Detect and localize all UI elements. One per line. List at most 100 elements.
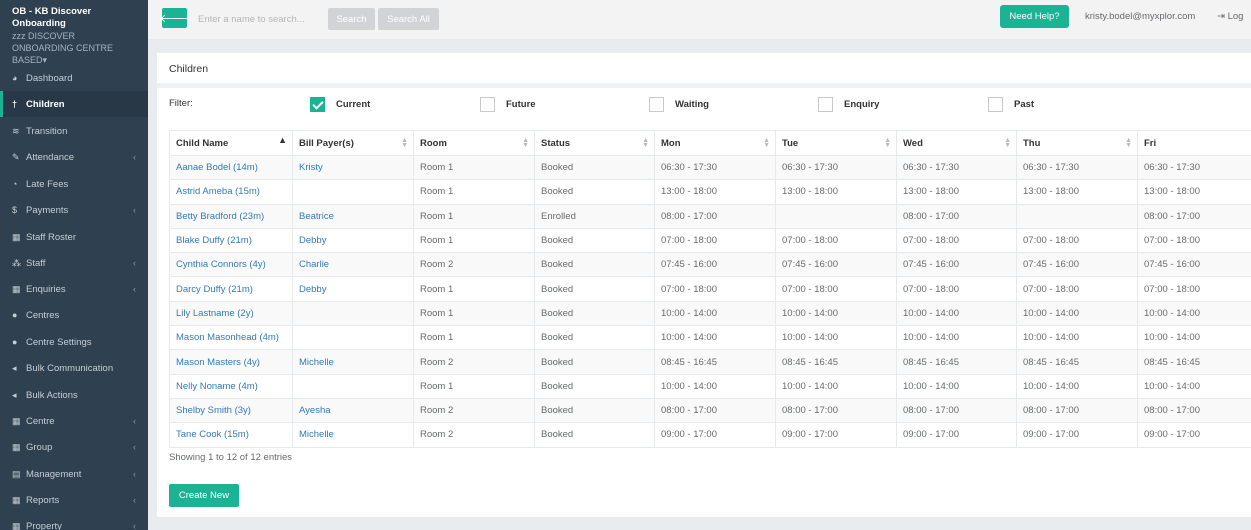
table-cell: 08:45 - 16:45 xyxy=(896,349,1017,375)
filter-past-label: Past xyxy=(1014,98,1035,110)
table-cell: 09:00 - 17:00 xyxy=(1016,422,1138,448)
child-name-link[interactable]: Nelly Noname (4m) xyxy=(169,373,293,399)
filter-past-checkbox[interactable] xyxy=(988,96,1003,112)
table-cell: 07:00 - 18:00 xyxy=(775,227,897,254)
table-cell: 07:00 - 18:00 xyxy=(1137,276,1251,302)
search-button[interactable]: Search xyxy=(328,8,375,30)
child-name-link[interactable]: Lily Lastname (2y) xyxy=(169,300,293,327)
table-cell: Room 2 xyxy=(413,422,535,448)
bill-payer-link[interactable]: Charlie xyxy=(292,252,414,278)
child-name-link[interactable]: Darcy Duffy (21m) xyxy=(169,276,293,302)
user-email[interactable]: kristy.bodel@myxplor.com xyxy=(1085,11,1195,22)
filter-waiting-checkbox[interactable] xyxy=(649,96,664,112)
filter-future[interactable]: Future xyxy=(480,96,536,112)
filter-enquiry-checkbox[interactable] xyxy=(818,96,833,112)
logout-link[interactable]: ⇥ Log xyxy=(1217,11,1243,22)
table-cell: 08:00 - 17:00 xyxy=(1016,397,1138,424)
child-name-link[interactable]: Aanae Bodel (14m) xyxy=(169,154,293,181)
table-cell xyxy=(775,203,897,229)
chevron-left-icon: ‹ xyxy=(133,442,136,452)
sidebar-item-label: Attendance xyxy=(26,151,75,163)
filter-label: Filter: xyxy=(169,98,193,109)
table-cell xyxy=(1016,203,1138,229)
sort-asc-icon: ▲ xyxy=(278,135,287,145)
column-header-mon[interactable]: Mon ▲ ▼ xyxy=(654,130,776,156)
children-panel: Children Filter: Current Future Waiting Enq… xyxy=(157,53,1251,517)
sidebar-item-bulk-communication[interactable]: ◂ Bulk Communication xyxy=(0,355,148,381)
table-cell: 13:00 - 18:00 xyxy=(1016,179,1138,205)
child-name-link[interactable]: Betty Bradford (23m) xyxy=(169,203,293,229)
filter-waiting[interactable]: Waiting xyxy=(649,96,709,112)
table-cell: 07:45 - 16:00 xyxy=(896,252,1017,278)
table-cell: 08:00 - 17:00 xyxy=(1137,203,1251,229)
sidebar-item-children[interactable]: † Children xyxy=(0,91,148,117)
column-header-thu[interactable]: Thu ▲ ▼ xyxy=(1016,130,1138,156)
sidebar-item-staff[interactable]: ⁂ Staff ‹ xyxy=(0,250,148,276)
child-name-link[interactable]: Cynthia Connors (4y) xyxy=(169,252,293,278)
sidebar-item-transition[interactable]: ≋ Transition xyxy=(0,118,148,144)
sidebar-item-management[interactable]: ▤ Management ‹ xyxy=(0,461,148,487)
bill-payer-link[interactable]: Kristy xyxy=(292,154,414,181)
filter-current-checkbox[interactable] xyxy=(310,96,325,112)
sidebar-item-centre-settings[interactable]: ● Centre Settings xyxy=(0,329,148,355)
child-name-link[interactable]: Mason Masonhead (4m) xyxy=(169,325,293,351)
filter-future-label: Future xyxy=(506,98,536,110)
search-input[interactable] xyxy=(194,8,322,30)
table-cell: 08:45 - 16:45 xyxy=(775,349,897,375)
sidebar-item-enquiries[interactable]: ▦ Enquiries ‹ xyxy=(0,276,148,302)
search-all-button[interactable]: Search All xyxy=(378,8,439,30)
bill-payer-link[interactable]: Michelle xyxy=(292,422,414,448)
bill-payer-link[interactable]: Debby xyxy=(292,276,414,302)
sidebar-item-centre[interactable]: ▦ Centre ‹ xyxy=(0,408,148,434)
child-name-link[interactable]: Astrid Ameba (15m) xyxy=(169,179,293,205)
column-header-bill-payer-s[interactable]: Bill Payer(s) ▲ ▼ xyxy=(292,130,414,156)
sidebar-item-attendance[interactable]: ✎ Attendance ‹ xyxy=(0,144,148,170)
child-name-link[interactable]: Shelby Smith (3y) xyxy=(169,397,293,424)
sidebar-item-dashboard[interactable]: ◕ Dashboard xyxy=(0,65,148,91)
table-cell: 10:00 - 14:00 xyxy=(654,325,776,351)
centre-selector[interactable]: zzz DISCOVER ONBOARDING CENTRE BASED▾ xyxy=(12,30,136,66)
column-header-child-name[interactable]: Child Name ▲ xyxy=(169,130,293,156)
column-header-room[interactable]: Room ▲ ▼ xyxy=(413,130,535,156)
sidebar-item-centres[interactable]: ● Centres xyxy=(0,302,148,328)
need-help-button[interactable]: Need Help? xyxy=(1000,5,1069,28)
sort-icon: ▲ ▼ xyxy=(884,137,891,149)
bill-payer-link[interactable]: Michelle xyxy=(292,349,414,375)
bill-payer-link[interactable]: Beatrice xyxy=(292,203,414,229)
bulk-communication-icon: ◂ xyxy=(12,362,17,373)
filter-future-checkbox[interactable] xyxy=(480,96,495,112)
sidebar-item-payments[interactable]: $ Payments ‹ xyxy=(0,197,148,223)
sidebar-item-bulk-actions[interactable]: ◂ Bulk Actions xyxy=(0,382,148,408)
table-row: Blake Duffy (21m) Debby Room 1 Booked 07:00 … xyxy=(169,227,1251,254)
table-cell: Booked xyxy=(534,252,655,278)
table-cell: Booked xyxy=(534,325,655,351)
chevron-left-icon: ‹ xyxy=(133,258,136,268)
table-row: Astrid Ameba (15m) Room 1 Booked 13:00 - 18… xyxy=(169,179,1251,205)
bill-payer-link xyxy=(292,373,414,399)
table-row: Lily Lastname (2y) Room 1 Booked 10:00 - 14… xyxy=(169,300,1251,327)
table-cell: Booked xyxy=(534,373,655,399)
sidebar-header: OB - KB Discover Onboarding zzz DISCOVER… xyxy=(0,0,148,66)
column-header-wed[interactable]: Wed ▲ ▼ xyxy=(896,130,1017,156)
child-name-link[interactable]: Mason Masters (4y) xyxy=(169,349,293,375)
sidebar-item-group[interactable]: ▦ Group ‹ xyxy=(0,434,148,460)
bill-payer-link[interactable]: Ayesha xyxy=(292,397,414,424)
filter-past[interactable]: Past xyxy=(988,96,1034,112)
back-button[interactable]: 🡐 xyxy=(160,8,189,28)
filter-enquiry[interactable]: Enquiry xyxy=(818,96,879,112)
table-cell: 08:00 - 17:00 xyxy=(654,397,776,424)
bill-payer-link[interactable]: Debby xyxy=(292,227,414,254)
child-name-link[interactable]: Tane Cook (15m) xyxy=(169,422,293,448)
filter-current[interactable]: Current xyxy=(310,96,370,112)
sidebar-item-reports[interactable]: ▦ Reports ‹ xyxy=(0,487,148,513)
create-new-button[interactable]: Create New xyxy=(169,484,239,507)
child-name-link[interactable]: Blake Duffy (21m) xyxy=(169,227,293,254)
column-header-status[interactable]: Status ▲ ▼ xyxy=(534,130,655,156)
sidebar-item-property[interactable]: ▦ Property ‹ xyxy=(0,513,148,530)
table-row: Cynthia Connors (4y) Charlie Room 2 Booked 0… xyxy=(169,252,1251,278)
column-header-tue[interactable]: Tue ▲ ▼ xyxy=(775,130,897,156)
table-cell: 10:00 - 14:00 xyxy=(654,373,776,399)
sidebar-item-staff-roster[interactable]: ▦ Staff Roster xyxy=(0,224,148,250)
column-header-fri[interactable]: Fri▲▼ xyxy=(1137,130,1251,156)
sidebar-item-late-fees[interactable]: ◔ Late Fees xyxy=(0,171,148,197)
